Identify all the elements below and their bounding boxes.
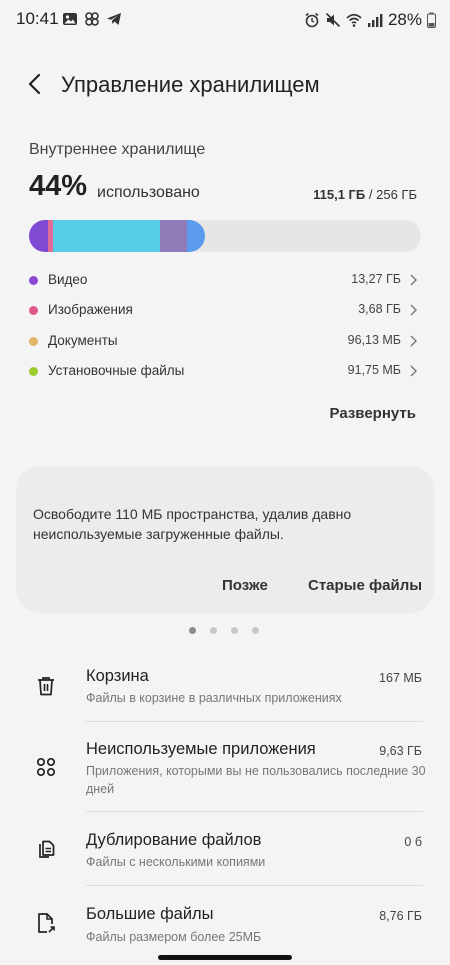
category-label: Документы [48,333,118,348]
storage-capacity: 115,1 ГБ / 256 ГБ [313,187,417,202]
page-indicator [189,627,259,634]
category-install-files[interactable]: Установочные файлы 91,75 МБ [29,361,419,383]
back-arrow-icon[interactable] [22,70,50,98]
used-amount: 115,1 ГБ [313,187,366,202]
expand-button[interactable]: Развернуть [330,405,416,422]
storage-usage-bar [29,220,421,252]
category-label: Установочные файлы [48,363,185,378]
item-title: Неиспользуемые приложения [86,740,316,758]
duplicate-files-icon [39,840,55,858]
item-description: Файлы в корзине в различных приложениях [86,691,342,705]
storage-section-title: Внутреннее хранилище [29,141,206,158]
usage-percent: 44% [29,170,88,202]
chevron-right-icon [410,304,417,316]
category-size: 3,68 ГБ [358,302,401,316]
used-label: использовано [97,184,200,201]
page-dot[interactable] [252,627,259,634]
item-title: Дублирование файлов [86,831,262,849]
total-amount: 256 ГБ [376,187,417,202]
item-size: 9,63 ГБ [379,744,422,758]
status-bar: 10:41 28% [0,0,450,40]
list-item-large-files[interactable]: Большие файлы Файлы размером более 25МБ … [0,898,450,954]
category-color-dot [29,276,38,285]
item-title: Корзина [86,667,149,685]
bar-segment-system [160,220,187,252]
item-size: 0 б [404,835,422,849]
mute-icon [325,12,341,28]
chevron-right-icon [410,335,417,347]
wifi-icon [346,13,362,27]
category-color-dot [29,337,38,346]
category-color-dot [29,306,38,315]
list-item-duplicate-files[interactable]: Дублирование файлов Файлы с несколькими … [0,824,450,882]
telegram-icon [107,13,121,25]
old-files-button[interactable]: Старые файлы [308,577,422,594]
pinwheel-icon [85,12,99,26]
page-dot[interactable] [189,627,196,634]
trash-icon [38,677,54,696]
category-documents[interactable]: Документы 96,13 МБ [29,331,419,353]
bar-segment-apps [187,220,205,252]
category-size: 91,75 МБ [347,363,401,377]
item-size: 8,76 ГБ [379,909,422,923]
alarm-icon [305,12,319,28]
category-label: Изображения [48,302,133,317]
chevron-right-icon [410,365,417,377]
battery-icon [427,12,436,28]
category-size: 13,27 ГБ [351,272,401,286]
divider [86,811,423,812]
bar-segment-video [29,220,48,252]
list-item-trash[interactable]: Корзина Файлы в корзине в различных прил… [0,660,450,718]
home-indicator[interactable] [158,955,292,960]
item-title: Большие файлы [86,905,214,923]
divider [86,885,423,886]
suggestion-card: Освободите 110 МБ пространства, удалив д… [16,466,434,613]
category-label: Видео [48,272,88,287]
category-color-dot [29,367,38,376]
item-size: 167 МБ [379,671,422,685]
bar-segment-other [53,220,160,252]
divider [86,721,423,722]
list-item-unused-apps[interactable]: Неиспользуемые приложения Приложения, ко… [0,733,450,808]
page-title: Управление хранилищем [61,72,320,97]
gallery-icon [63,13,77,25]
capacity-separator: / [368,187,373,202]
suggestion-message: Освободите 110 МБ пространства, удалив д… [33,506,352,542]
item-description: Приложения, которыми вы не пользовались … [86,764,426,796]
item-description: Файлы размером более 25МБ [86,930,262,944]
category-images[interactable]: Изображения 3,68 ГБ [29,300,419,322]
status-time: 10:41 [16,9,59,28]
signal-icon [367,14,383,27]
item-description: Файлы с несколькими копиями [86,855,266,869]
apps-icon [36,757,56,777]
page-dot[interactable] [210,627,217,634]
category-size: 96,13 МБ [347,333,401,347]
page-dot[interactable] [231,627,238,634]
later-button[interactable]: Позже [222,577,268,594]
chevron-right-icon [410,274,417,286]
large-file-icon [38,913,55,933]
battery-percent: 28% [387,10,422,29]
category-video[interactable]: Видео 13,27 ГБ [29,270,419,292]
